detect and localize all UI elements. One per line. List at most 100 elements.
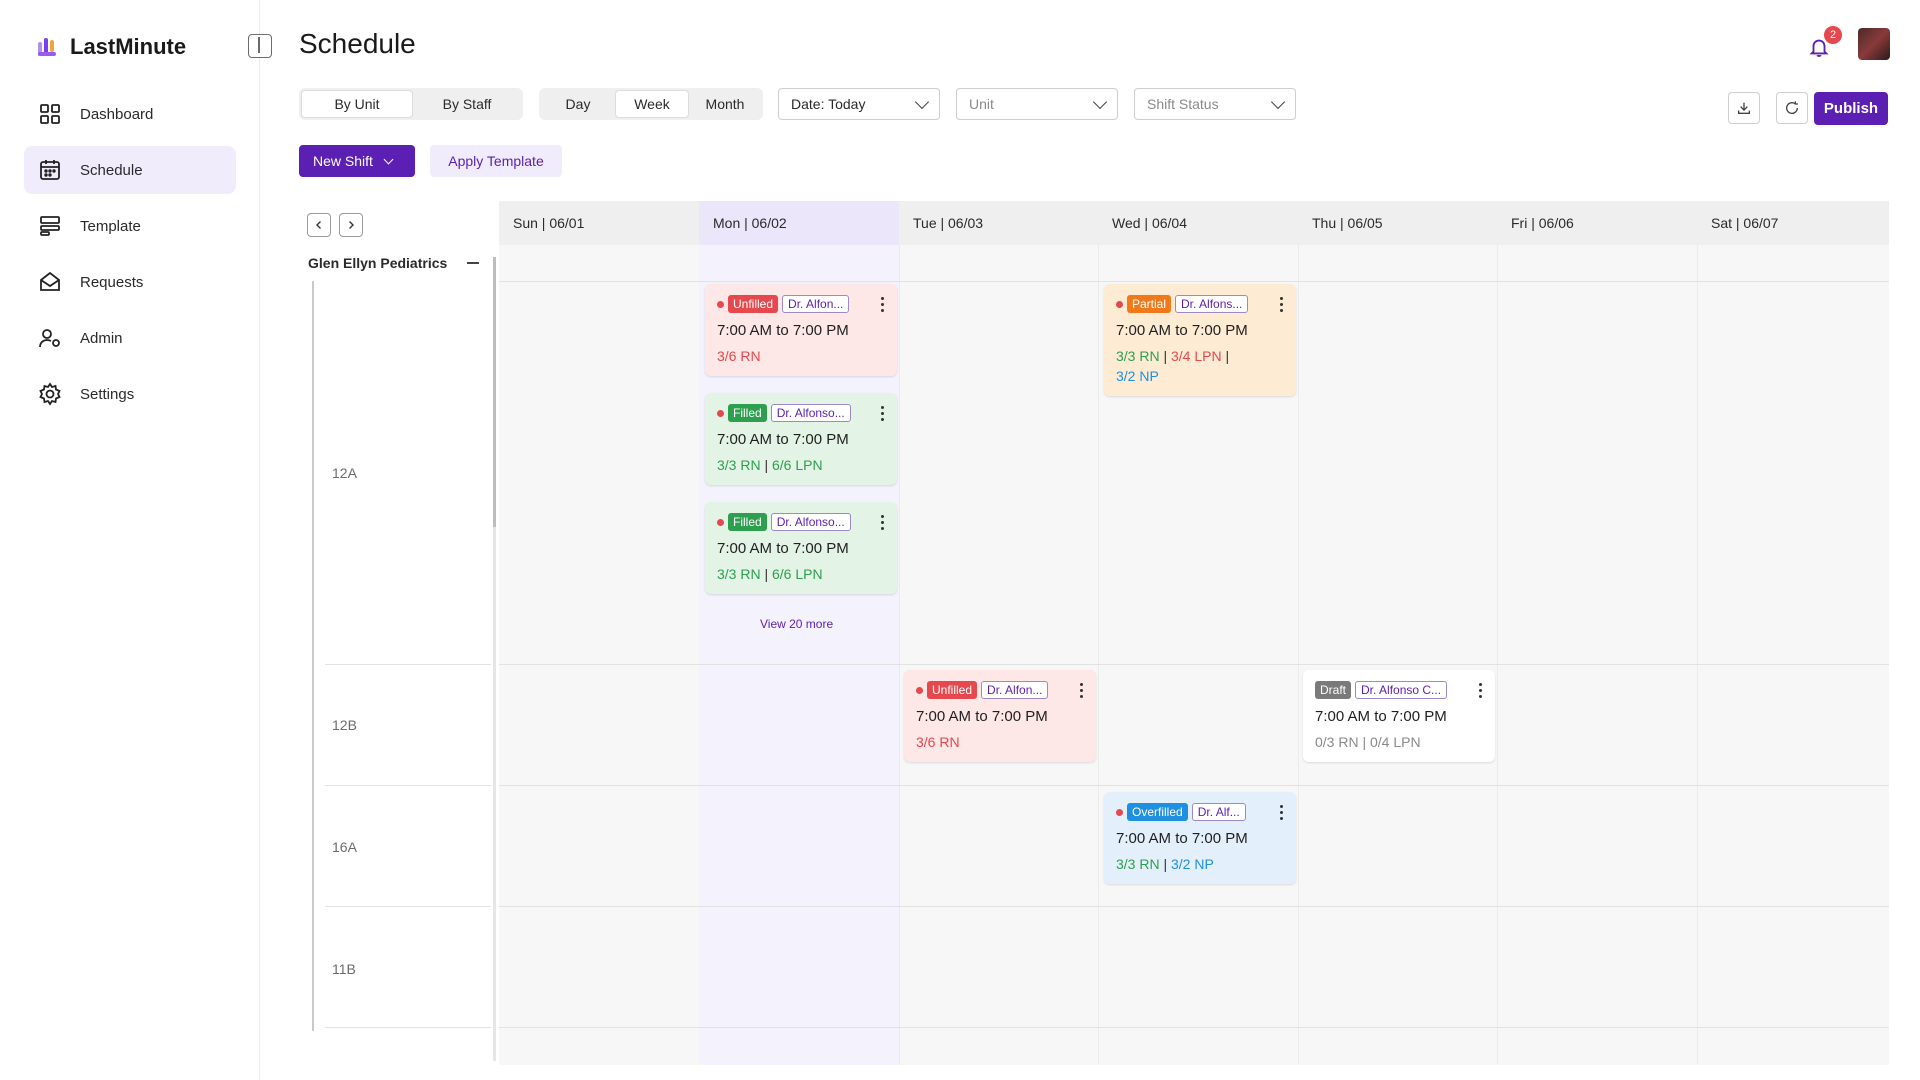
day-header-mon: Mon | 06/02 <box>699 201 899 245</box>
gear-icon <box>39 382 61 406</box>
kebab-menu-icon[interactable] <box>1280 804 1284 820</box>
by-staff-option[interactable]: By Staff <box>413 90 521 118</box>
status-dot <box>717 409 724 417</box>
chevron-down-icon <box>1092 94 1108 109</box>
view-more-link[interactable]: View 20 more <box>760 617 833 631</box>
shift-time: 7:00 AM to 7:00 PM <box>717 540 849 557</box>
collapse-group-icon[interactable] <box>467 262 479 264</box>
sidebar-item-label: Requests <box>80 273 144 291</box>
kebab-menu-icon[interactable] <box>881 405 885 421</box>
unit-select[interactable]: Unit <box>956 88 1118 120</box>
sidebar-item-admin[interactable]: Admin <box>24 314 236 362</box>
shift-status-select[interactable]: Shift Status <box>1134 88 1296 120</box>
unit-label-11b: 11B <box>332 961 356 977</box>
row-divider <box>499 906 1889 907</box>
shift-card[interactable]: Unfilled Dr. Alfon... 7:00 AM to 7:00 PM… <box>904 670 1096 762</box>
sidebar-item-requests[interactable]: Requests <box>24 258 236 306</box>
shift-time: 7:00 AM to 7:00 PM <box>717 431 849 448</box>
calendar-icon <box>40 160 60 180</box>
group-name: Glen Ellyn Pediatrics <box>308 255 448 271</box>
doctor-tag: Dr. Alfonso... <box>770 513 851 531</box>
staff-count: 0/4 LPN <box>1370 734 1421 750</box>
scrollbar[interactable] <box>493 257 496 1061</box>
staffing-summary: 3/3 RN | 3/4 LPN | 3/2 NP <box>1116 348 1230 384</box>
month-option[interactable]: Month <box>689 90 761 118</box>
brand[interactable]: LastMinute <box>36 34 186 60</box>
staff-count: 6/6 LPN <box>772 566 823 582</box>
sidebar: LastMinute Dashboard Schedule Template R… <box>0 0 272 1080</box>
new-shift-button[interactable]: New Shift <box>299 145 415 177</box>
tree-line <box>312 281 314 1031</box>
unit-label-16a: 16A <box>332 839 357 855</box>
sidebar-item-template[interactable]: Template <box>24 202 236 250</box>
shift-time: 7:00 AM to 7:00 PM <box>916 708 1048 725</box>
status-dot <box>717 300 724 308</box>
avatar[interactable] <box>1858 28 1890 60</box>
day-option[interactable]: Day <box>541 90 615 118</box>
sidebar-item-schedule[interactable]: Schedule <box>24 146 236 194</box>
brand-name: LastMinute <box>70 34 187 59</box>
dashboard-icon <box>40 104 60 124</box>
staffing-summary: 0/3 RN | 0/4 LPN <box>1315 734 1421 750</box>
shift-time: 7:00 AM to 7:00 PM <box>1116 830 1248 847</box>
publish-button[interactable]: Publish <box>1814 92 1888 125</box>
view-mode-toggle: By Unit By Staff <box>299 88 523 120</box>
refresh-button[interactable] <box>1776 92 1808 124</box>
sidebar-collapse-button[interactable] <box>248 34 272 58</box>
unit-divider <box>325 664 491 665</box>
staff-count: 3/6 RN <box>916 734 960 750</box>
page-title: Schedule <box>299 28 416 59</box>
sidebar-item-settings[interactable]: Settings <box>24 370 236 418</box>
status-badge: Filled <box>728 404 767 422</box>
logo-icon <box>38 38 56 56</box>
sidebar-item-label: Schedule <box>80 161 143 179</box>
row-divider <box>499 1027 1889 1028</box>
envelope-icon <box>40 271 60 291</box>
date-filter-value: Date: Today <box>791 96 866 112</box>
chevron-left-icon <box>316 221 321 229</box>
status-badge: Unfilled <box>927 681 978 699</box>
day-column <box>899 245 1098 1065</box>
unit-label-12b: 12B <box>332 717 357 733</box>
shift-card[interactable]: Filled Dr. Alfonso... 7:00 AM to 7:00 PM… <box>705 393 897 485</box>
kebab-menu-icon[interactable] <box>1080 682 1084 698</box>
day-column <box>1497 245 1697 1065</box>
sidebar-item-dashboard[interactable]: Dashboard <box>24 90 236 138</box>
by-unit-option[interactable]: By Unit <box>301 90 413 118</box>
download-button[interactable] <box>1728 92 1760 124</box>
shift-card[interactable]: Unfilled Dr. Alfon... 7:00 AM to 7:00 PM… <box>705 284 897 376</box>
status-badge: Unfilled <box>728 295 779 313</box>
date-filter-select[interactable]: Date: Today <box>778 88 940 120</box>
doctor-tag: Dr. Alfonso C... <box>1355 681 1448 699</box>
chevron-down-icon <box>914 94 930 109</box>
day-header-sat: Sat | 06/07 <box>1711 215 1779 231</box>
next-week-button[interactable] <box>339 213 363 237</box>
staff-count: 3/4 LPN <box>1171 348 1222 364</box>
day-header-tue: Tue | 06/03 <box>913 215 984 231</box>
prev-week-button[interactable] <box>307 213 331 237</box>
apply-template-button[interactable]: Apply Template <box>430 145 562 177</box>
kebab-menu-icon[interactable] <box>1280 296 1284 312</box>
week-option[interactable]: Week <box>615 90 689 118</box>
shift-card[interactable]: Draft Dr. Alfonso C... 7:00 AM to 7:00 P… <box>1303 670 1495 762</box>
unit-label-12a: 12A <box>332 465 357 481</box>
staffing-summary: 3/6 RN <box>717 346 885 376</box>
kebab-menu-icon[interactable] <box>881 296 885 312</box>
staff-count: 3/2 NP <box>1171 856 1214 872</box>
week-navigation <box>307 213 363 237</box>
shift-time: 7:00 AM to 7:00 PM <box>1315 708 1447 725</box>
day-header-thu: Thu | 06/05 <box>1312 215 1383 231</box>
shift-card[interactable]: Filled Dr. Alfonso... 7:00 AM to 7:00 PM… <box>705 502 897 594</box>
staff-count: 3/3 RN <box>717 566 761 582</box>
refresh-icon <box>1786 101 1799 114</box>
day-header-wed: Wed | 06/04 <box>1112 215 1187 231</box>
shift-card[interactable]: Overfilled Dr. Alf... 7:00 AM to 7:00 PM… <box>1104 792 1296 884</box>
doctor-tag: Dr. Alfonso... <box>770 404 851 422</box>
chevron-right-icon <box>349 221 354 229</box>
shift-status-placeholder: Shift Status <box>1147 96 1219 112</box>
kebab-menu-icon[interactable] <box>881 514 885 530</box>
sidebar-item-label: Admin <box>80 329 123 347</box>
kebab-menu-icon[interactable] <box>1479 682 1483 698</box>
shift-card[interactable]: Partial Dr. Alfons... 7:00 AM to 7:00 PM… <box>1104 284 1296 396</box>
staffing-summary: 3/3 RN | 6/6 LPN <box>717 566 823 582</box>
